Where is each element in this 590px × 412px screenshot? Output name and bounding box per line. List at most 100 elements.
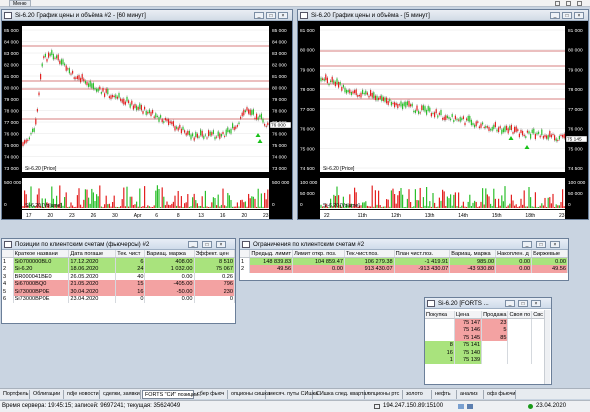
candle[interactable] xyxy=(405,101,407,108)
volume-bar[interactable] xyxy=(520,198,522,208)
variation-margin[interactable]: -50.00 xyxy=(144,287,195,296)
candle[interactable] xyxy=(152,109,154,114)
volume-bar[interactable] xyxy=(142,206,144,208)
volume-bar[interactable] xyxy=(241,199,243,208)
candle[interactable] xyxy=(38,92,40,96)
candle[interactable] xyxy=(398,104,400,106)
candle[interactable] xyxy=(217,131,219,137)
candle[interactable] xyxy=(453,120,455,122)
candle[interactable] xyxy=(267,122,269,126)
volume-bar[interactable] xyxy=(542,205,544,208)
volume-bar[interactable] xyxy=(153,205,155,208)
ask-volume[interactable]: 85 xyxy=(481,333,509,342)
volume-bar[interactable] xyxy=(429,201,431,208)
volume-bar[interactable] xyxy=(248,193,250,208)
limits-column-header[interactable]: Биржевые xyxy=(531,250,568,259)
volume-bar[interactable] xyxy=(485,188,487,208)
candle[interactable] xyxy=(115,94,117,99)
volume-bar[interactable] xyxy=(451,205,453,208)
bid-volume[interactable] xyxy=(425,333,455,342)
candle[interactable] xyxy=(558,135,560,140)
candle[interactable] xyxy=(52,54,54,60)
volume-bar[interactable] xyxy=(493,188,495,208)
volume-bar[interactable] xyxy=(424,205,426,208)
candle[interactable] xyxy=(437,115,439,118)
candle[interactable] xyxy=(112,95,114,98)
bid-volume[interactable] xyxy=(425,326,455,334)
candle[interactable] xyxy=(542,136,544,139)
previous-limit[interactable]: 148 839.83 xyxy=(249,257,294,266)
candle[interactable] xyxy=(370,90,372,96)
volume-bar[interactable] xyxy=(129,196,131,208)
candle[interactable] xyxy=(216,136,218,138)
bid-volume[interactable]: 1 xyxy=(425,356,455,365)
volume-bar[interactable] xyxy=(470,205,472,208)
candle[interactable] xyxy=(188,130,190,136)
volume-bar[interactable] xyxy=(482,188,484,208)
candle[interactable] xyxy=(456,118,458,121)
candle[interactable] xyxy=(64,63,66,66)
row-number[interactable]: 4 xyxy=(2,280,14,288)
row-number[interactable]: 3 xyxy=(2,272,14,281)
candle[interactable] xyxy=(458,119,460,121)
volume-bar[interactable] xyxy=(172,201,174,208)
candle[interactable] xyxy=(257,117,259,120)
candle[interactable] xyxy=(386,97,388,104)
volume-bar[interactable] xyxy=(148,206,150,208)
candle[interactable] xyxy=(192,133,194,137)
candle[interactable] xyxy=(121,99,123,103)
candle[interactable] xyxy=(204,134,206,136)
orderbook-scrollbar[interactable] xyxy=(544,310,550,384)
candle[interactable] xyxy=(219,133,221,139)
candle[interactable] xyxy=(510,124,512,131)
candle[interactable] xyxy=(459,117,461,122)
candle[interactable] xyxy=(365,90,367,95)
volume-bar[interactable] xyxy=(376,204,378,208)
volume-bar[interactable] xyxy=(200,205,202,208)
volume-bar[interactable] xyxy=(147,205,149,208)
own-orders-extra[interactable] xyxy=(531,348,545,357)
candle[interactable] xyxy=(352,91,354,94)
exchange-fees[interactable]: 49.56 xyxy=(531,265,568,273)
candle[interactable] xyxy=(67,68,69,70)
volume-bar[interactable] xyxy=(432,193,434,208)
candle[interactable] xyxy=(118,93,120,98)
volume-bar[interactable] xyxy=(227,192,229,208)
positions-column-header[interactable]: Вариац. маржа xyxy=(144,250,195,259)
variation-margin[interactable]: 408.00 xyxy=(144,257,195,266)
candle[interactable] xyxy=(419,112,421,114)
volume-bar[interactable] xyxy=(262,206,264,208)
candle[interactable] xyxy=(209,131,211,136)
expiry-date[interactable]: 21.05.2020 xyxy=(68,280,117,288)
volume-bar[interactable] xyxy=(464,206,466,208)
volume-bar[interactable] xyxy=(249,198,251,208)
volume-bar[interactable] xyxy=(136,201,138,208)
volume-bar[interactable] xyxy=(88,197,90,208)
candle[interactable] xyxy=(120,98,122,101)
volume-bar[interactable] xyxy=(562,189,564,208)
limits-column-header[interactable]: Предыд. лимит xyxy=(249,250,294,259)
candle[interactable] xyxy=(124,101,126,105)
candle[interactable] xyxy=(110,95,112,100)
volume-bar[interactable] xyxy=(413,206,415,208)
volume-bar[interactable] xyxy=(81,206,83,208)
candle[interactable] xyxy=(102,88,104,92)
volume-bar[interactable] xyxy=(440,200,442,208)
volume-bar[interactable] xyxy=(232,206,234,208)
candle[interactable] xyxy=(78,75,80,80)
candle[interactable] xyxy=(43,56,45,59)
orderbook-level[interactable]: 75 146 5 xyxy=(425,326,545,334)
candle[interactable] xyxy=(172,121,174,127)
volume-bar[interactable] xyxy=(97,196,99,208)
effective-price[interactable]: 75 067 xyxy=(194,265,236,273)
volume-bar[interactable] xyxy=(499,205,501,208)
candle[interactable] xyxy=(30,133,32,135)
volume-bar[interactable] xyxy=(94,200,96,208)
candle[interactable] xyxy=(96,88,98,92)
volume-bar[interactable] xyxy=(145,206,147,208)
volume-bar[interactable] xyxy=(389,206,391,208)
close-button[interactable]: × xyxy=(550,241,560,248)
volume-bar[interactable] xyxy=(203,206,205,208)
candle[interactable] xyxy=(366,92,368,95)
volume-bar[interactable] xyxy=(515,204,517,208)
